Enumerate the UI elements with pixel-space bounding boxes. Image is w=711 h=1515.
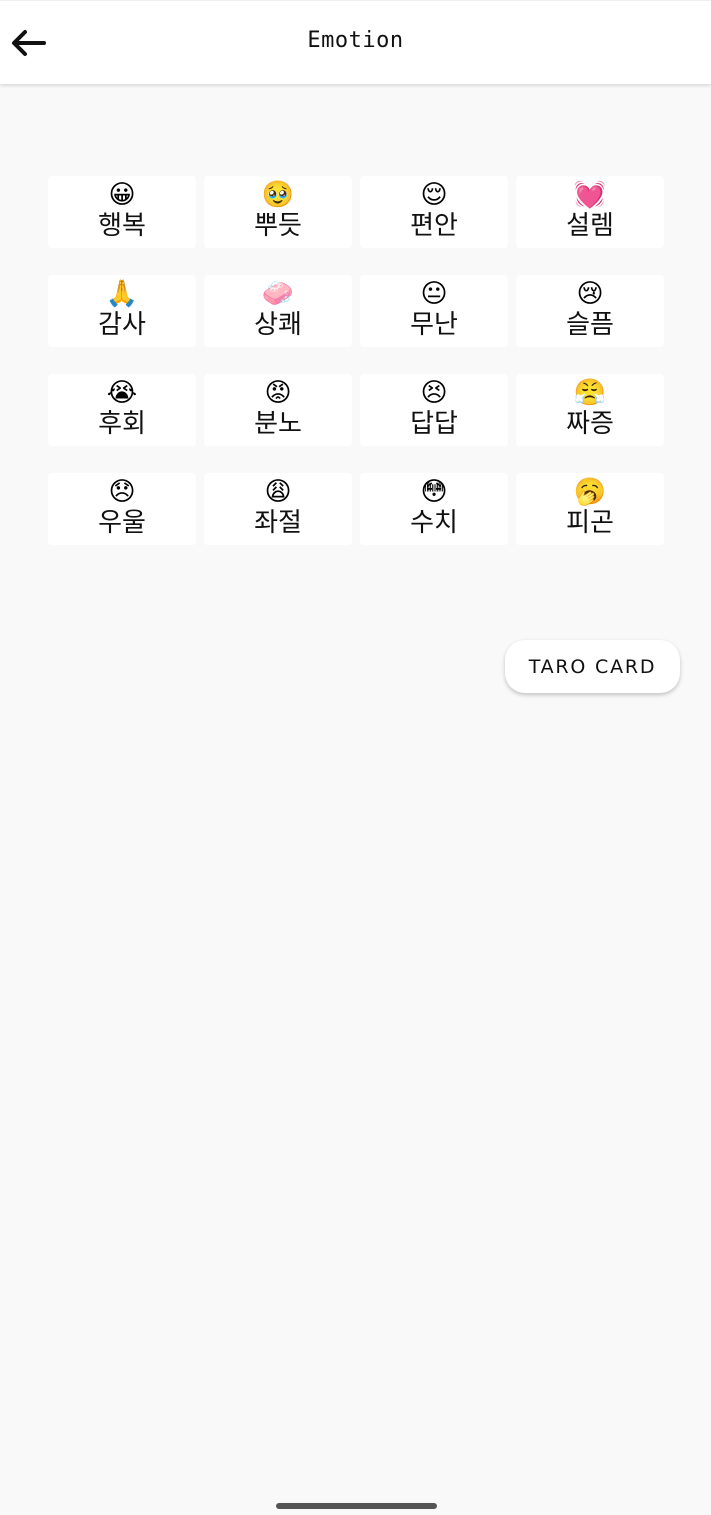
emotion-emoji-icon: 🥱 — [573, 477, 607, 507]
emotion-emoji-icon: 🙏 — [105, 279, 139, 309]
emotion-label: 설렘 — [566, 211, 614, 241]
emotion-label: 행복 — [98, 211, 146, 241]
emotion-label: 분노 — [254, 409, 302, 439]
home-indicator — [276, 1503, 437, 1509]
emotion-label: 무난 — [410, 310, 458, 340]
emotion-emoji-icon: 😀 — [108, 180, 136, 210]
emotion-emoji-icon: 😢 — [576, 279, 604, 309]
emotion-label: 뿌듯 — [254, 211, 302, 241]
emotion-label: 후회 — [98, 409, 146, 439]
emotion-emoji-icon: 😳 — [420, 477, 448, 507]
emotion-tile[interactable]: 😡 분노 — [204, 374, 352, 446]
emotion-emoji-icon: 😤 — [573, 378, 607, 408]
emotion-tile[interactable]: 🧼 상쾌 — [204, 275, 352, 347]
taro-card-button[interactable]: TARO CARD — [505, 640, 680, 693]
emotion-tile[interactable]: 😩 좌절 — [204, 473, 352, 545]
emotion-tile[interactable]: 😀 행복 — [48, 176, 196, 248]
page-title: Emotion — [307, 28, 404, 53]
emotion-tile[interactable]: 🥱 피곤 — [516, 473, 664, 545]
emotion-tile[interactable]: 😞 우울 — [48, 473, 196, 545]
emotion-emoji-icon: 🥹 — [261, 180, 295, 210]
emotion-label: 답답 — [410, 409, 458, 439]
emotion-tile[interactable]: 😭 후회 — [48, 374, 196, 446]
emotion-tile[interactable]: 😣 답답 — [360, 374, 508, 446]
emotion-grid: 😀 행복 🥹 뿌듯 😌 편안 💓 설렘 🙏 감사 🧼 상쾌 😐 무난 😢 슬픔 😭 후회 😡 분노 😣 답답 😤 짜증 😞 우울 😩… — [48, 176, 664, 545]
emotion-tile[interactable]: 😤 짜증 — [516, 374, 664, 446]
emotion-emoji-icon: 😣 — [420, 378, 448, 408]
emotion-emoji-icon: 😡 — [264, 378, 292, 408]
emotion-emoji-icon: 😞 — [108, 477, 136, 507]
emotion-tile[interactable]: 😐 무난 — [360, 275, 508, 347]
emotion-emoji-icon: 😐 — [420, 279, 448, 309]
app-bar: Emotion — [0, 0, 711, 84]
emotion-tile[interactable]: 😳 수치 — [360, 473, 508, 545]
emotion-tile[interactable]: 🙏 감사 — [48, 275, 196, 347]
emotion-emoji-icon: 😩 — [264, 477, 292, 507]
emotion-tile[interactable]: 💓 설렘 — [516, 176, 664, 248]
emotion-emoji-icon: 😭 — [106, 378, 138, 408]
emotion-emoji-icon: 🧼 — [261, 279, 295, 309]
emotion-tile[interactable]: 🥹 뿌듯 — [204, 176, 352, 248]
emotion-label: 상쾌 — [254, 310, 302, 340]
emotion-emoji-icon: 😌 — [420, 180, 448, 210]
emotion-label: 좌절 — [254, 508, 302, 538]
emotion-tile[interactable]: 😌 편안 — [360, 176, 508, 248]
emotion-label: 피곤 — [566, 508, 614, 538]
emotion-label: 감사 — [98, 310, 146, 340]
emotion-label: 수치 — [410, 508, 458, 538]
emotion-tile[interactable]: 😢 슬픔 — [516, 275, 664, 347]
emotion-label: 우울 — [98, 508, 146, 538]
emotion-label: 슬픔 — [566, 310, 614, 340]
emotion-label: 편안 — [410, 211, 458, 241]
emotion-emoji-icon: 💓 — [573, 180, 607, 210]
emotion-label: 짜증 — [566, 409, 614, 439]
